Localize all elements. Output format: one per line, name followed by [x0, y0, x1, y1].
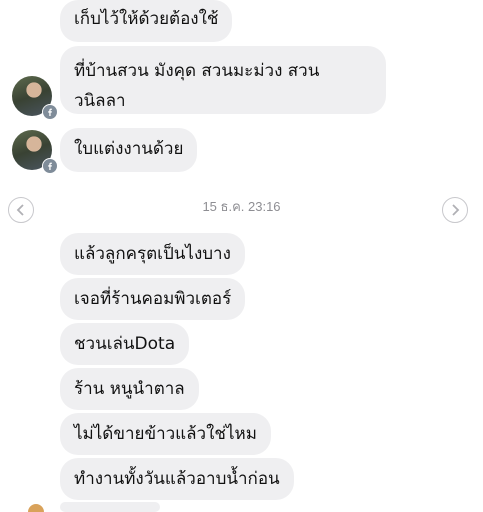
facebook-badge — [42, 158, 58, 174]
avatar[interactable] — [12, 130, 58, 174]
message-bubble[interactable]: ที่บ้านสวน มังคุด สวนมะม่วง สวน วนิลลา — [60, 46, 386, 114]
facebook-icon — [43, 105, 57, 119]
message-bubble[interactable]: ไม่ได้ขายข้าวแล้วใช่ไหม — [60, 413, 271, 455]
message-bubble[interactable]: ทำงานทั้งวันแล้วอาบน้ำก่อน — [60, 458, 294, 500]
avatar[interactable] — [12, 76, 58, 120]
message-text: ที่บ้านสวน มังคุด สวนมะม่วง สวน วนิลลา — [74, 61, 320, 111]
message-bubble[interactable]: แล้วลูกครุตเป็นไงบาง — [60, 233, 245, 275]
message-bubble[interactable]: ใบแต่งงานด้วย — [60, 128, 198, 172]
facebook-icon — [43, 159, 57, 173]
message-bubble[interactable]: ร้าน หนูนำตาล — [60, 368, 199, 410]
message-bubble[interactable]: ชวนเล่นDota — [60, 323, 190, 365]
timestamp: 15 ธ.ค. 23:16 — [202, 199, 281, 214]
message-bubble[interactable]: เก็บไว้ให้ด้วยต้องใช้ — [60, 0, 233, 42]
message-bubble[interactable]: เจอที่ร้านคอมพิวเตอร์ — [60, 278, 246, 320]
avatar — [28, 504, 44, 512]
message-bubble — [60, 502, 160, 512]
chevron-right-icon[interactable] — [442, 197, 468, 223]
facebook-badge — [42, 104, 58, 120]
